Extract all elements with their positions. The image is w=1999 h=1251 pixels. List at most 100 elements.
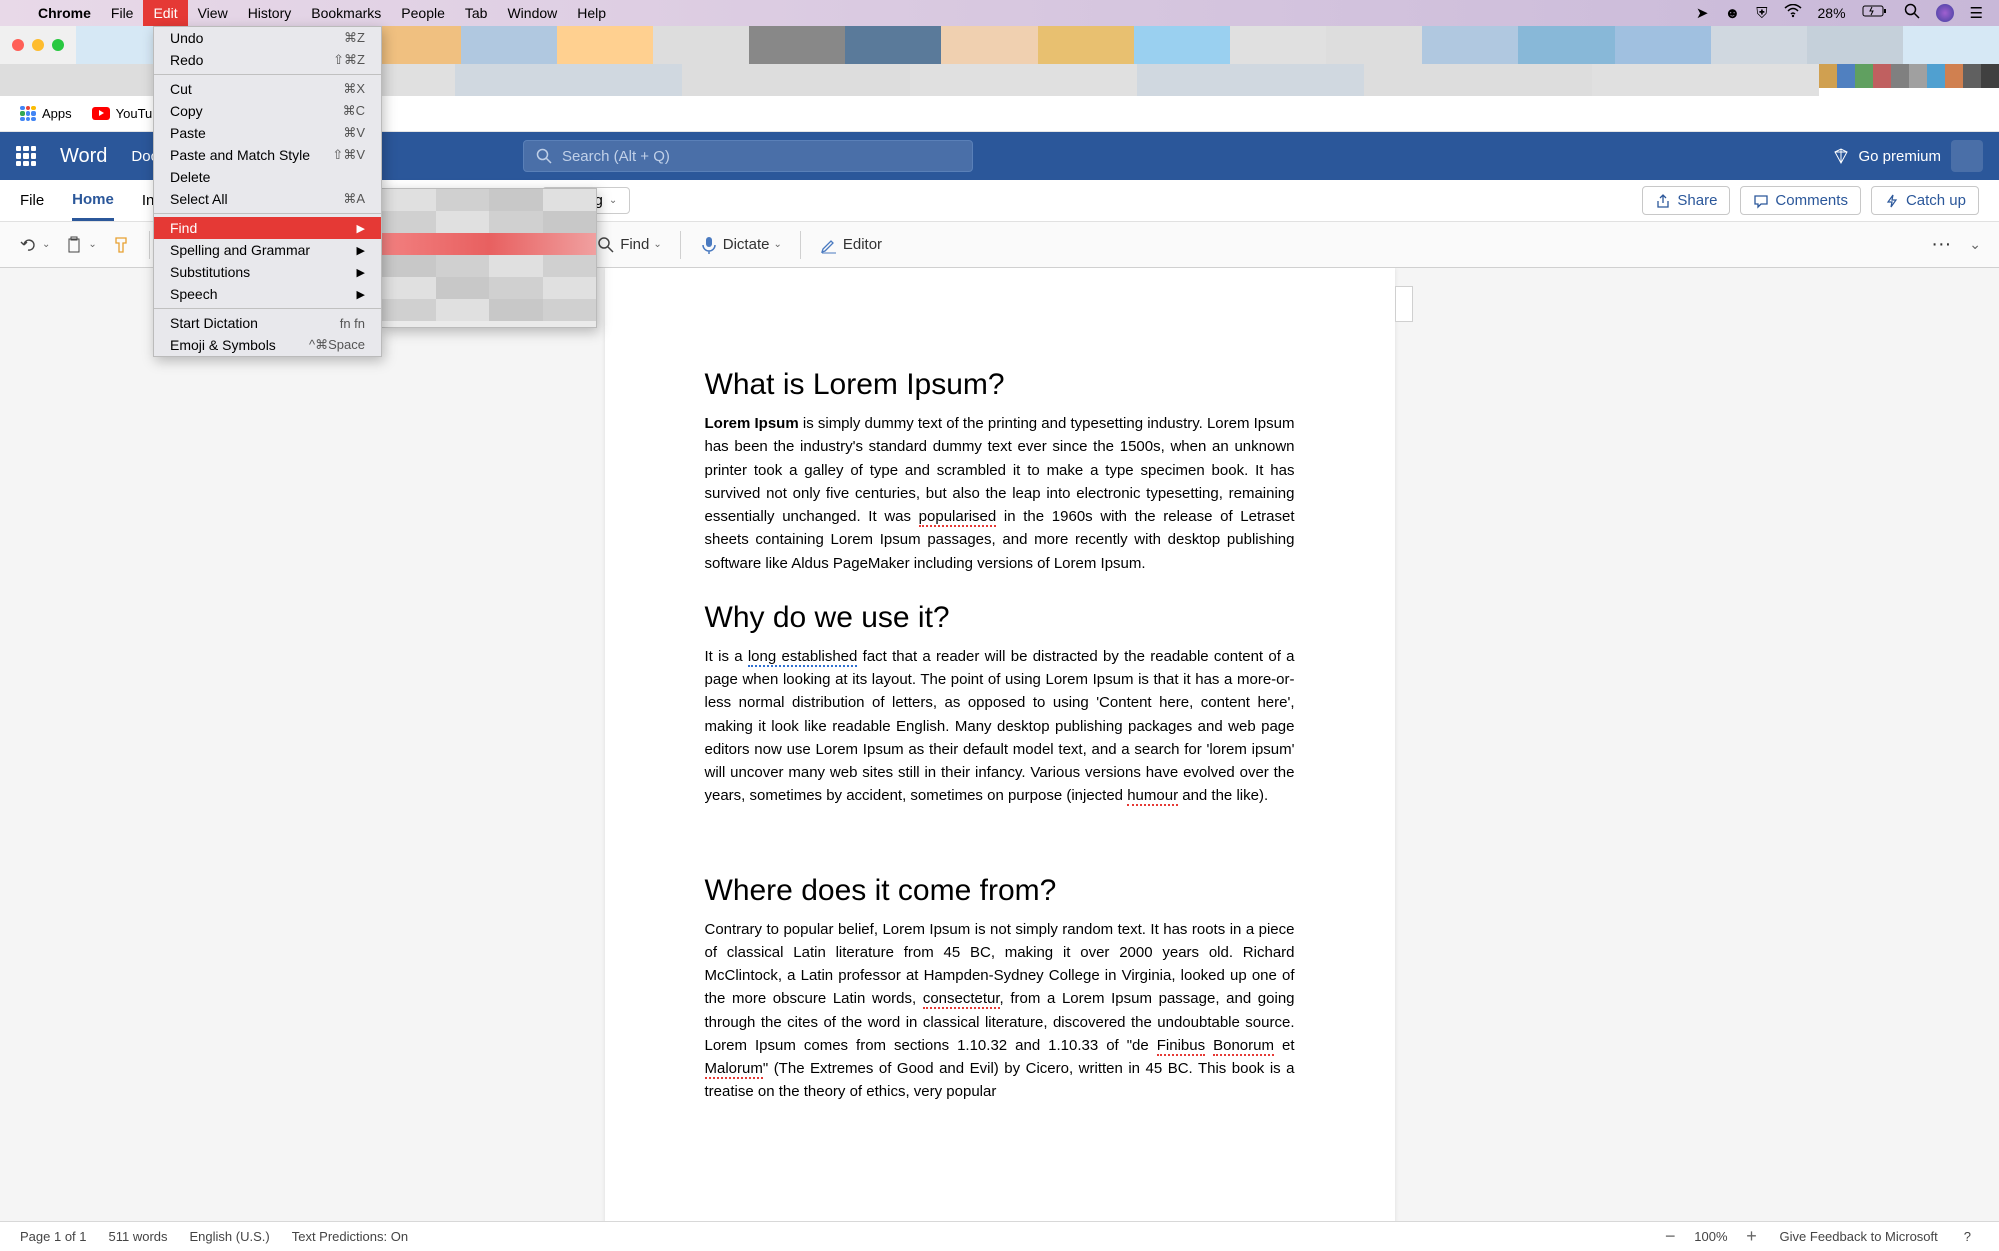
page-indicator[interactable]: Page 1 of 1 [20, 1229, 87, 1244]
feedback-link[interactable]: Give Feedback to Microsoft [1780, 1229, 1938, 1244]
menu-paste[interactable]: Paste⌘V [154, 122, 381, 144]
lightning-icon [1884, 193, 1900, 209]
apps-shortcut[interactable]: Apps [20, 106, 72, 122]
editor-button[interactable]: Editor [819, 235, 882, 255]
zoom-out-button[interactable]: − [1660, 1227, 1680, 1247]
menu-separator [154, 308, 381, 309]
find-icon [596, 235, 616, 255]
dictate-button[interactable]: Dictate⌄ [699, 235, 782, 255]
zoom-in-button[interactable]: + [1742, 1227, 1762, 1247]
document-canvas[interactable]: What is Lorem Ipsum? Lorem Ipsum is simp… [0, 268, 1999, 1228]
menu-window[interactable]: Window [497, 0, 567, 26]
doc-paragraph-3[interactable]: Contrary to popular belief, Lorem Ipsum … [705, 918, 1295, 1104]
minimize-window-button[interactable] [32, 39, 44, 51]
battery-charging-icon[interactable] [1862, 4, 1888, 22]
chevron-right-icon: ▶ [357, 244, 365, 257]
language-indicator[interactable]: English (U.S.) [190, 1229, 270, 1244]
tab-home[interactable]: Home [72, 180, 114, 221]
word-brand[interactable]: Word [60, 145, 107, 168]
apps-label: Apps [42, 106, 72, 121]
menu-delete[interactable]: Delete [154, 166, 381, 188]
menu-speech[interactable]: Speech▶ [154, 283, 381, 305]
chevron-right-icon: ▶ [357, 266, 365, 279]
menu-help[interactable]: Help [567, 0, 616, 26]
share-icon [1655, 193, 1671, 209]
menu-file[interactable]: File [101, 0, 144, 26]
doc-heading-2[interactable]: Why do we use it? [705, 601, 1295, 635]
text-predictions-indicator[interactable]: Text Predictions: On [292, 1229, 408, 1244]
edit-menu-dropdown: Undo⌘Z Redo⇧⌘Z Cut⌘X Copy⌘C Paste⌘V Past… [153, 26, 382, 357]
comments-button[interactable]: Comments [1740, 186, 1861, 215]
apps-icon [20, 106, 36, 122]
menu-history[interactable]: History [238, 0, 302, 26]
menu-separator [154, 213, 381, 214]
catchup-button[interactable]: Catch up [1871, 186, 1979, 215]
siri-icon[interactable] [1936, 4, 1954, 22]
close-window-button[interactable] [12, 39, 24, 51]
format-painter-button[interactable] [111, 235, 131, 255]
menu-emoji[interactable]: Emoji & Symbols^⌘Space [154, 334, 381, 356]
menu-select-all[interactable]: Select All⌘A [154, 188, 381, 210]
search-placeholder: Search (Alt + Q) [562, 148, 670, 165]
wifi-icon[interactable] [1784, 4, 1802, 22]
menu-tab[interactable]: Tab [455, 0, 498, 26]
control-center-icon[interactable]: ☰ [1970, 4, 1983, 22]
menu-undo[interactable]: Undo⌘Z [154, 27, 381, 49]
find-submenu[interactable] [381, 188, 597, 328]
go-premium-button[interactable]: Go premium [1832, 147, 1941, 165]
doc-paragraph-2[interactable]: It is a long established fact that a rea… [705, 645, 1295, 808]
menu-edit[interactable]: Edit [143, 0, 187, 26]
zoom-controls: − 100% + [1660, 1227, 1761, 1247]
youtube-icon [92, 107, 110, 120]
more-options-button[interactable]: ··· [1931, 233, 1951, 256]
menu-people[interactable]: People [391, 0, 455, 26]
ruler-tab[interactable] [1395, 286, 1413, 322]
shield-icon[interactable]: ⛨ [1756, 5, 1767, 22]
chevron-down-icon: ⌄ [609, 195, 617, 206]
window-controls [0, 26, 76, 64]
face-icon[interactable]: ☻ [1724, 5, 1740, 22]
app-launcher-icon[interactable] [16, 146, 36, 166]
chevron-right-icon: ▶ [357, 288, 365, 301]
menu-view[interactable]: View [188, 0, 238, 26]
menu-copy[interactable]: Copy⌘C [154, 100, 381, 122]
tab-file[interactable]: File [20, 180, 44, 221]
editor-icon [819, 235, 839, 255]
menu-redo[interactable]: Redo⇧⌘Z [154, 49, 381, 71]
quickshare-icon[interactable]: ➤ [1696, 4, 1709, 22]
comment-icon [1753, 193, 1769, 209]
doc-heading-1[interactable]: What is Lorem Ipsum? [705, 368, 1295, 402]
document-page[interactable]: What is Lorem Ipsum? Lorem Ipsum is simp… [605, 268, 1395, 1228]
paste-button[interactable]: ⌄ [64, 235, 96, 255]
doc-paragraph-1[interactable]: Lorem Ipsum is simply dummy text of the … [705, 412, 1295, 575]
menu-dictation[interactable]: Start Dictationfn fn [154, 312, 381, 334]
battery-percent: 28% [1818, 5, 1846, 21]
undo-button[interactable]: ⌄ [18, 235, 50, 255]
zoom-level[interactable]: 100% [1694, 1229, 1727, 1244]
search-icon [536, 148, 552, 164]
app-name[interactable]: Chrome [28, 5, 101, 21]
macos-menubar: Chrome File Edit View History Bookmarks … [0, 0, 1999, 26]
menu-substitutions[interactable]: Substitutions▶ [154, 261, 381, 283]
find-button[interactable]: Find⌄ [596, 235, 662, 255]
extension-icons[interactable] [1819, 64, 1999, 88]
menu-find[interactable]: Find▶ [154, 217, 381, 239]
menu-separator [154, 74, 381, 75]
menu-spelling[interactable]: Spelling and Grammar▶ [154, 239, 381, 261]
chevron-right-icon: ▶ [357, 222, 365, 235]
maximize-window-button[interactable] [52, 39, 64, 51]
help-button[interactable]: ? [1956, 1229, 1979, 1244]
collapse-ribbon-button[interactable]: ⌄ [1969, 236, 1981, 253]
menu-paste-match[interactable]: Paste and Match Style⇧⌘V [154, 144, 381, 166]
status-bar: Page 1 of 1 511 words English (U.S.) Tex… [0, 1221, 1999, 1251]
search-input[interactable]: Search (Alt + Q) [523, 140, 973, 172]
diamond-icon [1832, 147, 1850, 165]
word-count[interactable]: 511 words [109, 1229, 168, 1244]
mic-icon [699, 235, 719, 255]
doc-heading-3[interactable]: Where does it come from? [705, 874, 1295, 908]
share-button[interactable]: Share [1642, 186, 1730, 215]
menu-cut[interactable]: Cut⌘X [154, 78, 381, 100]
avatar[interactable] [1951, 140, 1983, 172]
menu-bookmarks[interactable]: Bookmarks [301, 0, 391, 26]
search-icon[interactable] [1904, 3, 1920, 23]
